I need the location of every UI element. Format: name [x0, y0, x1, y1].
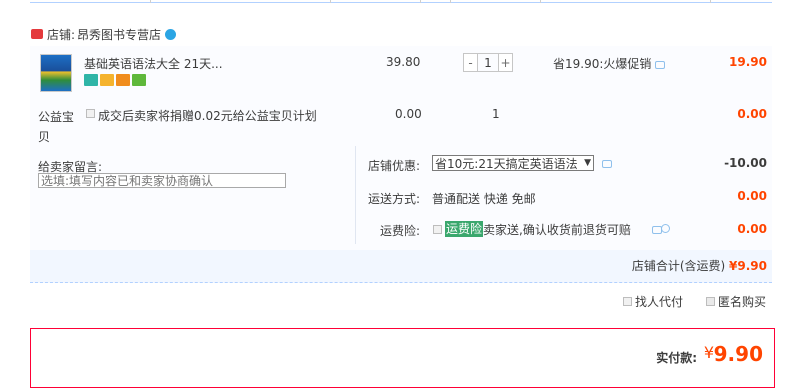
shop-total-amount: ¥9.90 [729, 259, 767, 273]
credit-card-icon[interactable] [116, 74, 130, 86]
invoice-icon[interactable] [132, 74, 146, 86]
charity-checkbox [86, 109, 95, 118]
quantity-stepper: - 1 + [463, 53, 513, 72]
item-subtotal: 19.90 [729, 55, 767, 69]
options-divider [355, 146, 356, 244]
product-title-link[interactable]: 基础英语语法大全 21天... [84, 55, 223, 72]
comment-icon[interactable] [655, 60, 666, 69]
discount-selected: 省10元:21天搞定英语语法 [435, 156, 578, 171]
increase-button[interactable]: + [498, 53, 513, 72]
insurance-label: 运费险: [379, 224, 420, 238]
charity-text: 成交后卖家将捐赠0.02元给公益宝贝计划 [98, 109, 317, 123]
header-divider [420, 0, 421, 3]
guarantee-icon[interactable] [100, 74, 114, 86]
help-icon[interactable] [661, 224, 670, 233]
shop-prefix: 店铺: [47, 27, 76, 42]
promotion-label: 省19.90:火爆促销 [553, 57, 652, 71]
discount-label: 店铺优惠: [367, 159, 420, 173]
shipping-label: 运送方式: [367, 192, 420, 206]
discount-amount: -10.00 [724, 156, 767, 170]
comment-icon[interactable] [602, 160, 612, 168]
header-divider [150, 0, 151, 3]
shop-total-label: 店铺合计(含运费) [631, 259, 726, 273]
insurance-text: 卖家送,确认收货前退货可赔 [483, 223, 631, 237]
product-thumbnail[interactable] [40, 54, 72, 92]
insurance-checkbox [433, 225, 442, 234]
shipping-method: 普通配送 快递 免邮 [432, 192, 536, 206]
header-divider [330, 0, 331, 3]
dropdown-arrow-icon: ▼ [584, 158, 591, 168]
charity-subtotal: 0.00 [737, 107, 767, 121]
final-payment-label: 实付款: [656, 351, 697, 365]
shop-total: 店铺合计(含运费) ¥9.90 [632, 257, 767, 274]
insurance-tag: 运费险 [445, 221, 484, 237]
charity-quantity: 1 [492, 107, 500, 121]
seven-day-return-icon[interactable] [84, 74, 98, 86]
decrease-button[interactable]: - [463, 53, 478, 72]
quantity-value[interactable]: 1 [478, 53, 498, 72]
seller-memo-input[interactable] [38, 173, 286, 188]
header-divider [710, 0, 711, 3]
shop-icon [31, 29, 43, 39]
service-icons [84, 74, 146, 86]
unit-price: 39.80 [386, 55, 421, 69]
shipping-amount: 0.00 [737, 189, 767, 203]
pay-for-me-label[interactable]: 找人代付 [635, 293, 683, 310]
anonymous-checkbox[interactable] [706, 297, 715, 306]
shop-name-link[interactable]: 昂秀图书专营店 [77, 26, 161, 43]
final-payment-amount: 9.90 [713, 342, 763, 366]
table-header-border [30, 0, 772, 3]
header-divider [450, 0, 451, 3]
currency-symbol: ¥ [703, 343, 714, 362]
pay-for-me-checkbox[interactable] [623, 297, 632, 306]
insurance-amount: 0.00 [737, 222, 767, 236]
header-divider [540, 0, 541, 3]
anonymous-label[interactable]: 匿名购买 [718, 293, 766, 310]
promotion-text: 省19.90:火爆促销 [553, 55, 666, 72]
charity-price: 0.00 [395, 107, 422, 121]
shop-header: 店铺: 昂秀图书专营店 [31, 26, 177, 43]
wangwang-icon[interactable] [165, 28, 177, 40]
discount-select[interactable]: 省10元:21天搞定英语语法 ▼ [432, 155, 594, 171]
charity-label: 公益宝贝 [38, 110, 75, 144]
